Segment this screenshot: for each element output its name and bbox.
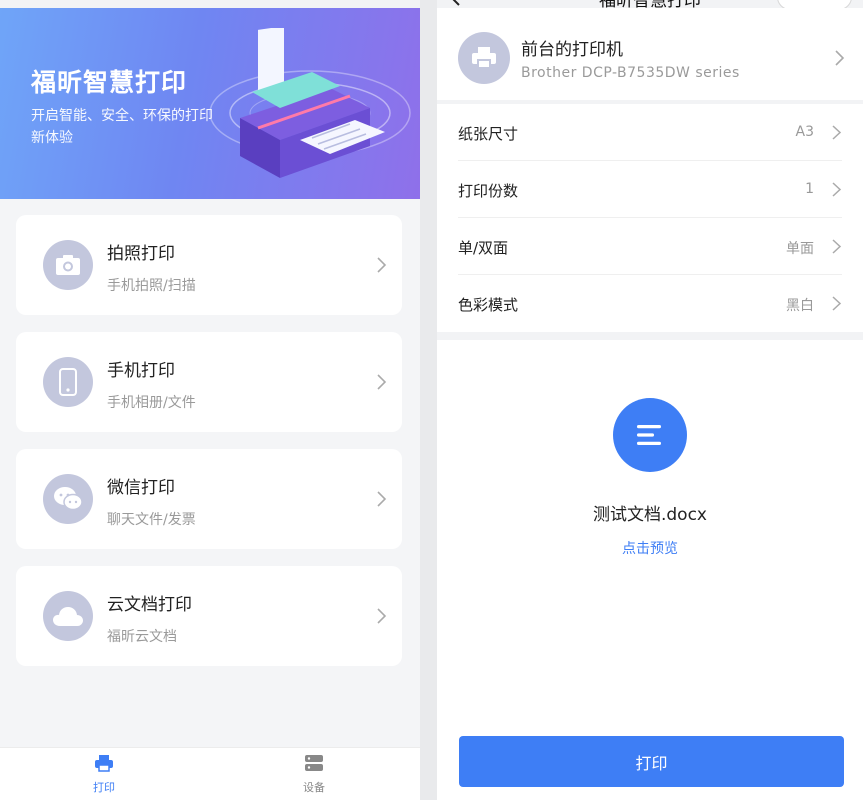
document-section: 测试文档.docx 点击预览 打印	[437, 340, 863, 800]
setting-value: 黑白	[786, 298, 814, 314]
copies-row[interactable]: 打印份数 1	[458, 161, 842, 218]
document-icon	[613, 398, 687, 472]
home-screen: 福昕智慧打印 开启智能、安全、环保的打印新体验 拍照打印 手机拍照/扫描 手机打…	[0, 0, 420, 800]
setting-label: 纸张尺寸	[458, 125, 519, 143]
setting-value: 1	[805, 181, 814, 197]
color-mode-row[interactable]: 色彩模式 黑白	[458, 275, 842, 332]
phone-icon	[43, 357, 93, 407]
card-title: 微信打印	[107, 478, 175, 498]
chevron-right-icon	[832, 296, 842, 311]
bottom-tab-bar: 打印 设备	[0, 747, 420, 800]
card-title: 拍照打印	[107, 244, 175, 264]
banner-subtitle: 开启智能、安全、环保的打印新体验	[31, 108, 213, 146]
printer-illustration-icon	[209, 28, 411, 178]
chevron-right-icon	[832, 239, 842, 254]
printer-selector[interactable]: 前台的打印机 Brother DCP-B7535DW series	[437, 8, 863, 100]
camera-icon	[43, 240, 93, 290]
printer-model: Brother DCP-B7535DW series	[521, 65, 740, 81]
photo-print-card[interactable]: 拍照打印 手机拍照/扫描	[16, 215, 402, 315]
device-icon	[305, 755, 323, 771]
chevron-right-icon	[377, 257, 387, 273]
card-title: 云文档打印	[107, 595, 192, 615]
paper-size-row[interactable]: 纸张尺寸 A3	[458, 104, 842, 161]
chevron-right-icon	[835, 50, 845, 66]
card-subtitle: 福昕云文档	[107, 629, 177, 645]
setting-label: 色彩模式	[458, 296, 519, 314]
status-strip	[0, 0, 420, 8]
setting-value: A3	[795, 124, 814, 140]
setting-label: 单/双面	[458, 239, 509, 257]
tab-device[interactable]: 设备	[284, 754, 344, 795]
wechat-icon	[43, 474, 93, 524]
printer-icon	[458, 32, 510, 84]
chevron-right-icon	[377, 608, 387, 624]
wechat-print-card[interactable]: 微信打印 聊天文件/发票	[16, 449, 402, 549]
duplex-row[interactable]: 单/双面 单面	[458, 218, 842, 275]
print-settings-list: 纸张尺寸 A3 打印份数 1 单/双面 单面 色彩模式 黑白	[437, 104, 863, 332]
phone-print-card[interactable]: 手机打印 手机相册/文件	[16, 332, 402, 432]
printer-icon	[95, 755, 113, 772]
tab-print[interactable]: 打印	[74, 754, 134, 795]
cloud-print-card[interactable]: 云文档打印 福昕云文档	[16, 566, 402, 666]
card-title: 手机打印	[107, 361, 175, 381]
card-subtitle: 手机相册/文件	[107, 395, 196, 411]
cloud-icon	[43, 591, 93, 641]
printer-name: 前台的打印机	[521, 40, 623, 60]
chevron-right-icon	[377, 374, 387, 390]
chevron-right-icon	[377, 491, 387, 507]
preview-link[interactable]: 点击预览	[437, 538, 863, 558]
document-name: 测试文档.docx	[592, 505, 707, 525]
card-subtitle: 聊天文件/发票	[107, 512, 196, 528]
print-settings-screen: 福昕智慧打印 前台的打印机 Brother DCP-B7535DW series…	[437, 0, 863, 800]
tab-device-label: 设备	[303, 781, 325, 794]
home-banner: 福昕智慧打印 开启智能、安全、环保的打印新体验	[0, 8, 420, 199]
chevron-right-icon	[832, 125, 842, 140]
chevron-right-icon	[832, 182, 842, 197]
tab-print-label: 打印	[93, 781, 115, 794]
setting-label: 打印份数	[458, 182, 519, 200]
print-button[interactable]: 打印	[459, 736, 844, 787]
card-subtitle: 手机拍照/扫描	[107, 278, 196, 294]
banner-title: 福昕智慧打印	[31, 68, 188, 97]
screen-divider	[420, 0, 437, 800]
setting-value: 单面	[786, 241, 814, 257]
